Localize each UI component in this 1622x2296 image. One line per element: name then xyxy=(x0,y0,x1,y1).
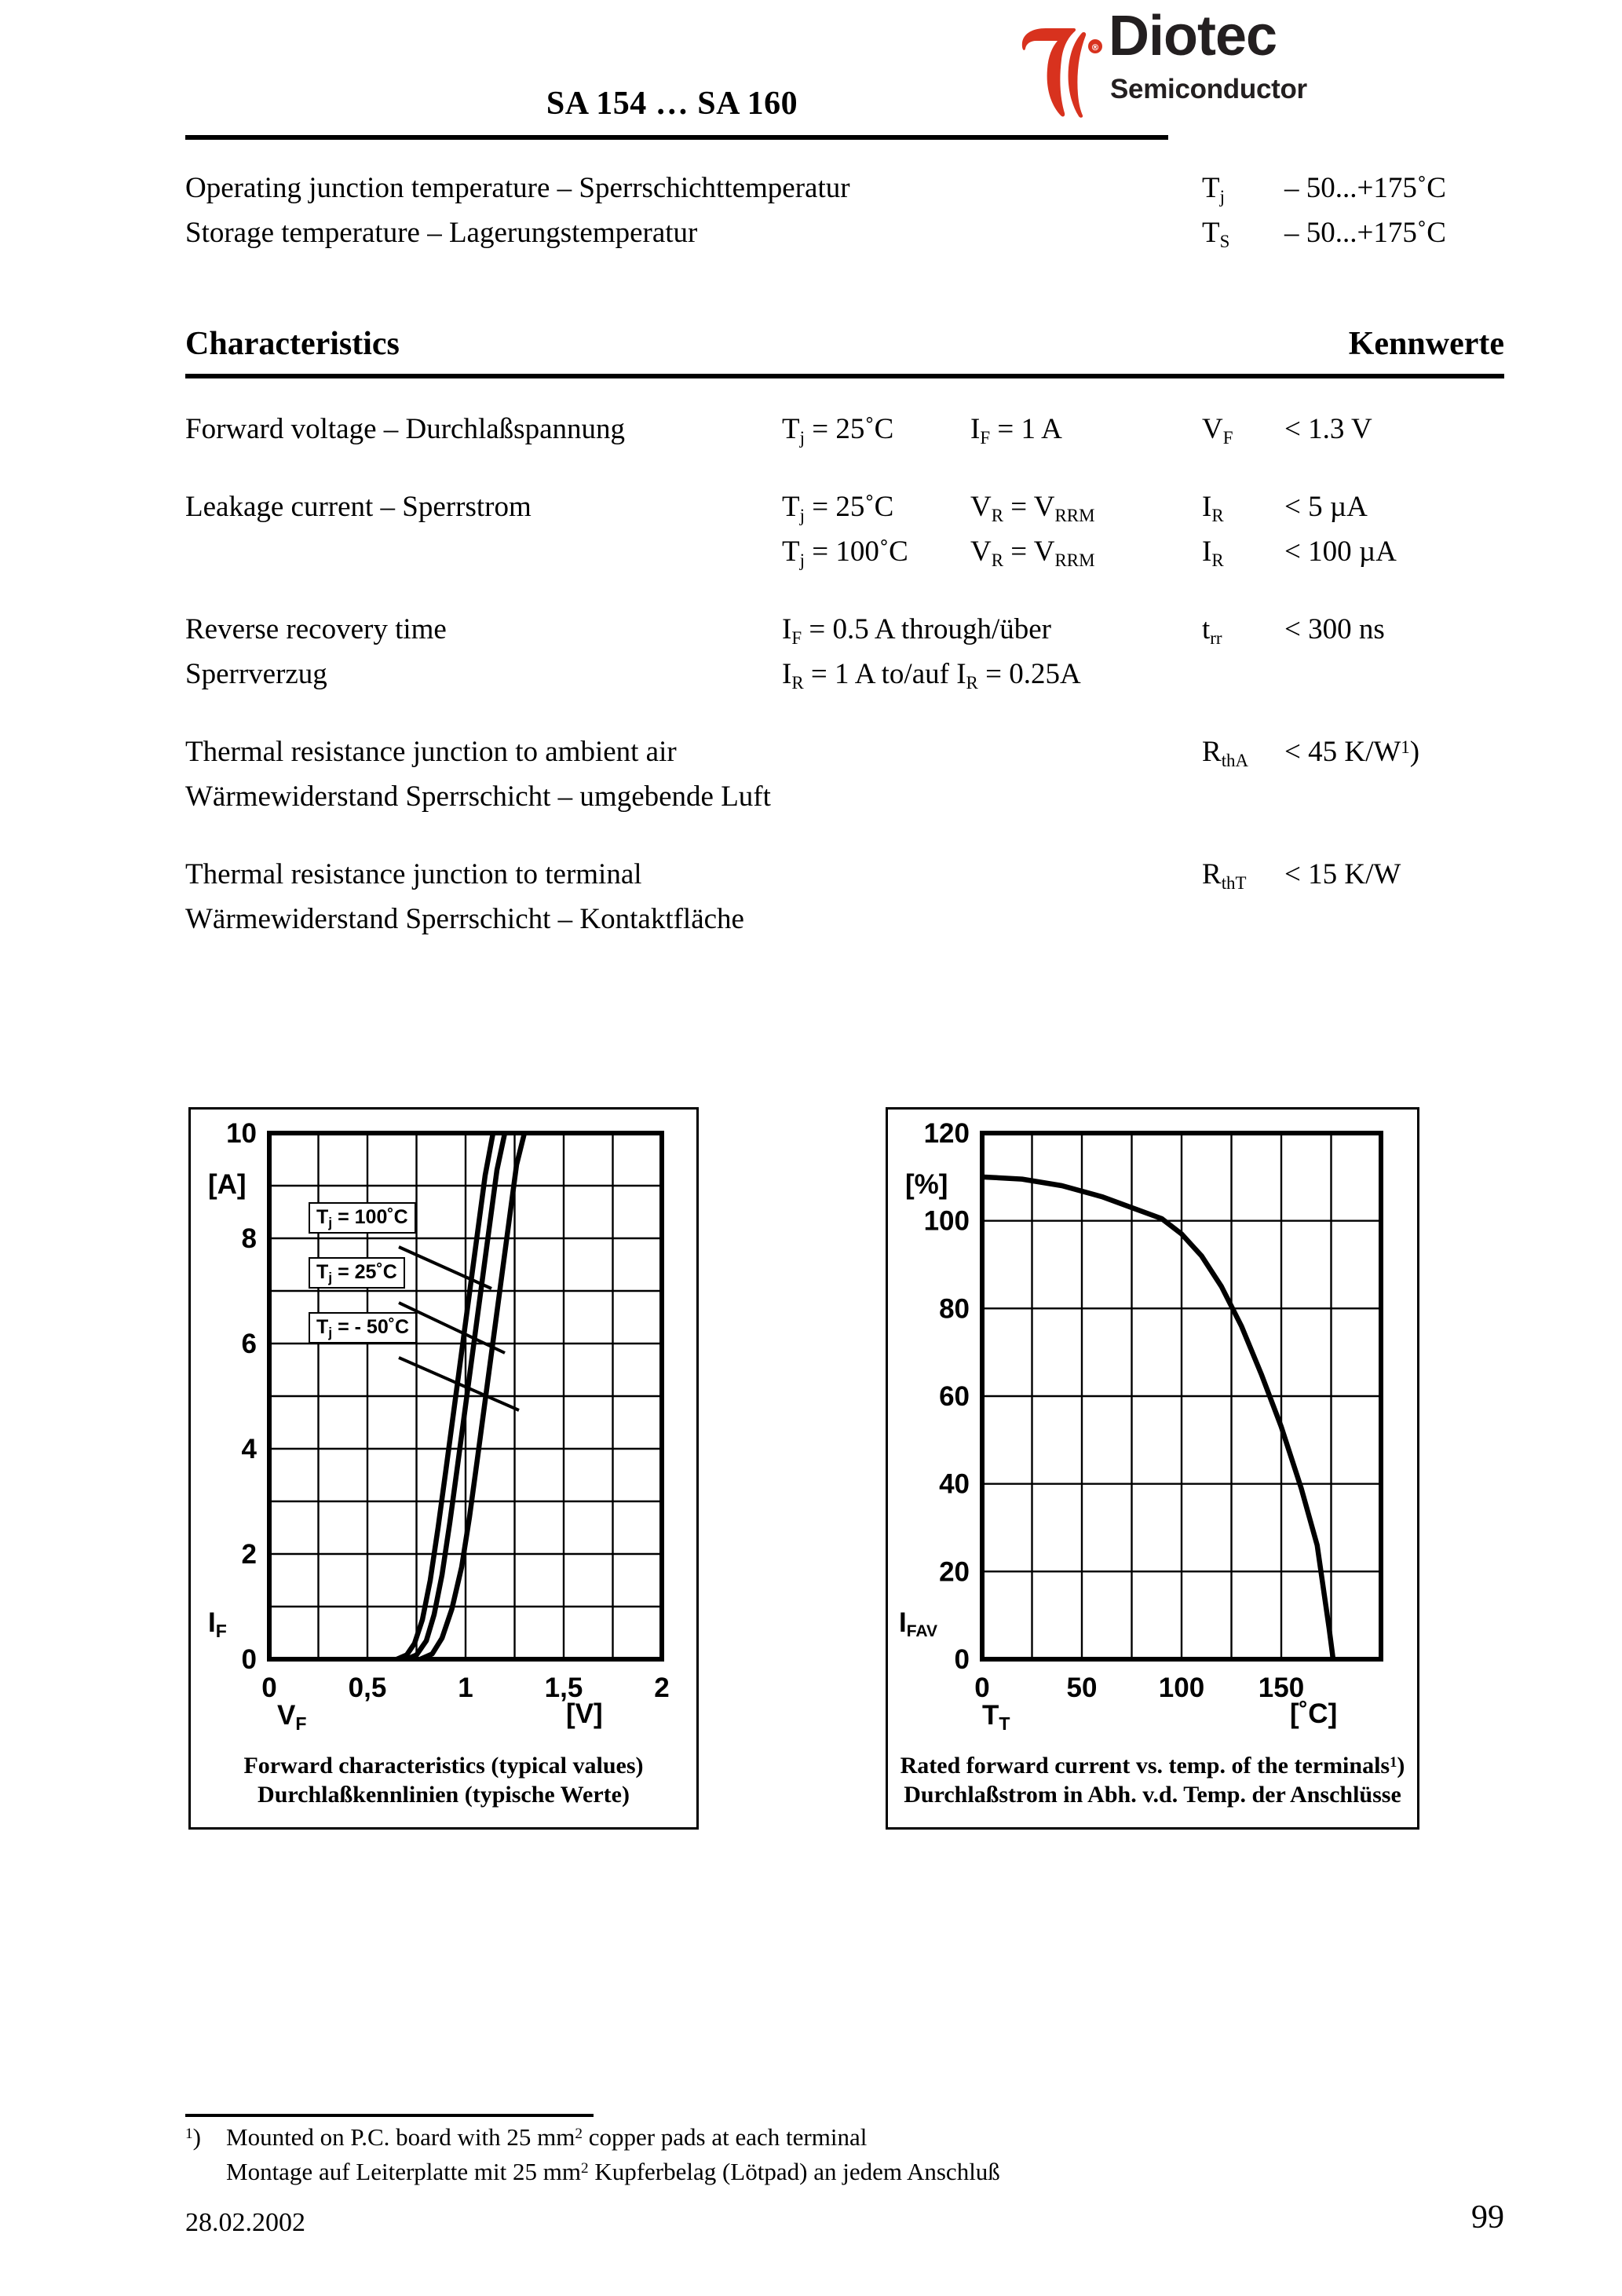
svg-text:0: 0 xyxy=(242,1644,257,1675)
svg-text:60: 60 xyxy=(939,1381,970,1412)
svg-text:2: 2 xyxy=(654,1673,669,1703)
svg-text:100: 100 xyxy=(1159,1673,1204,1703)
footer-date: 28.02.2002 xyxy=(185,2208,305,2237)
chart-right-plot: 0204060801001200 50 100 150 xyxy=(924,1118,1383,1703)
chart-left-plot: 02468100 0,5 1 1,5 2 xyxy=(226,1118,670,1703)
svg-text:10: 10 xyxy=(226,1118,257,1149)
datasheet-page: SA 154 … SA 160 ® Diotec Semiconductor O… xyxy=(0,0,1622,2296)
footer-page-number: 99 xyxy=(1471,2199,1504,2236)
svg-text:6: 6 xyxy=(242,1329,257,1359)
charts-area: 0 2 4 6 8 10 0 0,5 1 1,5 2 [A] IF VF [V] Tj = 100˚… xyxy=(0,0,1622,2296)
chart-right-x-unit: [˚C] xyxy=(1290,1698,1338,1729)
svg-text:4: 4 xyxy=(242,1434,258,1464)
svg-text:0: 0 xyxy=(955,1644,970,1675)
chart-forward-characteristics: 0 2 4 6 8 10 0 0,5 1 1,5 2 [A] IF VF [V] Tj = 100˚… xyxy=(188,1107,699,1830)
chart-right-y-unit: [%] xyxy=(905,1169,948,1200)
chart-left-y-label: IF xyxy=(208,1607,227,1641)
chart-left-x-label: VF xyxy=(277,1700,307,1734)
legend-item-tj-100c: Tj = 100˚C xyxy=(309,1202,416,1234)
svg-text:120: 120 xyxy=(924,1118,970,1149)
svg-text:20: 20 xyxy=(939,1556,970,1587)
chart-left-caption-en: Forward characteristics (typical values) xyxy=(243,1753,644,1779)
chart-right-caption-en: Rated forward current vs. temp. of the t… xyxy=(900,1753,1405,1779)
chart-left-caption-de: Durchlaßkennlinien (typische Werte) xyxy=(258,1781,630,1808)
svg-text:0,5: 0,5 xyxy=(349,1673,387,1703)
legend-item-tj-25c: Tj = 25˚C xyxy=(309,1257,405,1289)
svg-text:1: 1 xyxy=(458,1673,473,1703)
svg-text:0: 0 xyxy=(261,1673,276,1703)
legend-item-tj-minus50c: Tj = - 50˚C xyxy=(309,1312,418,1344)
svg-text:40: 40 xyxy=(939,1469,970,1500)
chart-left-y-unit: [A] xyxy=(208,1169,247,1200)
svg-text:80: 80 xyxy=(939,1293,970,1324)
chart-left-caption: Forward characteristics (typical values)… xyxy=(191,1752,696,1810)
footnote-marker: 1) xyxy=(185,2123,201,2151)
svg-text:8: 8 xyxy=(242,1223,257,1254)
chart-left-x-unit: [V] xyxy=(566,1698,603,1729)
footnote-divider xyxy=(185,2114,594,2117)
svg-text:50: 50 xyxy=(1067,1673,1098,1703)
chart-right-caption: Rated forward current vs. temp. of the t… xyxy=(888,1752,1417,1810)
footnote-line-en: Mounted on P.C. board with 25 mm2 copper… xyxy=(226,2123,868,2151)
chart-right-y-label: IFAV xyxy=(899,1607,938,1641)
chart-right-x-label: TT xyxy=(982,1700,1010,1734)
chart-rated-forward-current: 0 20 40 60 80 100 120 0 50 100 150 [%] IFAV TT [˚C… xyxy=(886,1107,1419,1830)
svg-text:0: 0 xyxy=(974,1673,989,1703)
chart-right-caption-de: Durchlaßstrom in Abh. v.d. Temp. der Ans… xyxy=(904,1781,1401,1808)
svg-text:100: 100 xyxy=(924,1206,970,1237)
svg-text:2: 2 xyxy=(242,1539,257,1570)
footnote-line-de: Montage auf Leiterplatte mit 25 mm2 Kupf… xyxy=(226,2158,1000,2185)
